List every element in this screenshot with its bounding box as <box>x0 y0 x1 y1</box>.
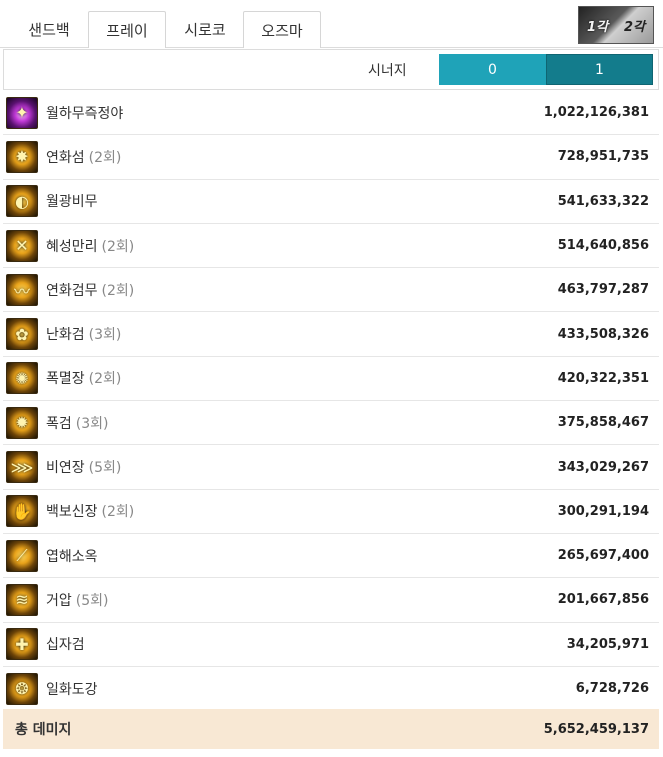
skill-hit-count: (5회) <box>88 460 122 477</box>
skill-row: ✋ 백보신장 (2회) 300,291,194 <box>3 490 659 534</box>
skill-name-text: 거압 <box>46 592 72 609</box>
skill-row: ✹ 폭검 (3회) 375,858,467 <box>3 401 659 446</box>
skill-damage-value: 343,029,267 <box>557 459 649 475</box>
moonlight-dance-icon: ◐ <box>6 185 38 218</box>
skill-hit-count: (2회) <box>101 238 135 255</box>
skill-name-text: 일화도강 <box>46 681 98 698</box>
skill-row: ≋ 거압 (5회) 201,667,856 <box>3 578 659 623</box>
leaf-slash-icon: ⟋ <box>6 539 38 572</box>
skill-damage-value: 420,322,351 <box>557 370 649 386</box>
sun-flower-icon: ❂ <box>6 672 38 705</box>
skill-name-text: 난화검 <box>46 327 85 344</box>
synergy-option-0-button[interactable]: 0 <box>439 54 546 85</box>
skill-name: 폭검 (3회) <box>46 413 108 433</box>
skill-row: ✚ 십자검 34,205,971 <box>3 623 659 667</box>
skill-name: 백보신장 (2회) <box>46 501 134 521</box>
skill-damage-value: 541,633,322 <box>557 193 649 209</box>
skill-name-text: 혜성만리 <box>46 238 98 255</box>
skill-name-text: 비연장 <box>46 460 85 477</box>
awakening-1-label: 1각 <box>586 19 608 35</box>
skill-name: 일화도강 <box>46 679 98 699</box>
purple-burst-icon: ✦ <box>6 96 38 129</box>
skill-name-text: 백보신장 <box>46 504 98 521</box>
skill-name-text: 십자검 <box>46 637 85 654</box>
character-awakening-image[interactable]: 1각 2각 <box>578 6 654 44</box>
skill-hit-count: (2회) <box>88 371 122 388</box>
skill-name: 십자검 <box>46 634 85 654</box>
skill-name: 폭멸장 (2회) <box>46 368 121 388</box>
total-damage-label: 총 데미지 <box>15 722 72 738</box>
skill-name: 연화섬 (2회) <box>46 147 121 167</box>
skill-name-text: 연화섬 <box>46 149 85 166</box>
skill-name-text: 월광비무 <box>46 194 98 211</box>
skill-row: ✿ 난화검 (3회) 433,508,326 <box>3 312 659 357</box>
skill-hit-count: (2회) <box>88 149 122 166</box>
tab-ozma[interactable]: 오즈마 <box>243 11 321 48</box>
skill-damage-value: 463,797,287 <box>557 282 649 298</box>
skill-hit-count: (2회) <box>101 504 135 521</box>
skill-name: 월광비무 <box>46 191 98 211</box>
skill-hit-count: (5회) <box>75 592 109 609</box>
skill-damage-value: 34,205,971 <box>566 636 649 652</box>
skill-row: ❂ 일화도강 6,728,726 <box>3 667 659 712</box>
skill-name: 난화검 (3회) <box>46 324 121 344</box>
skill-row: ◐ 월광비무 541,633,322 <box>3 180 659 224</box>
divine-palm-icon: ✋ <box>6 495 38 528</box>
skill-row: ⋙ 비연장 (5회) 343,029,267 <box>3 445 659 490</box>
tab-bar: 샌드백 프레이 시로코 오즈마 1각 2각 <box>0 0 663 48</box>
skill-hit-count: (3회) <box>75 415 109 432</box>
skill-name-text: 월하무즉정야 <box>46 105 124 122</box>
synergy-option-1-button[interactable]: 1 <box>546 54 653 85</box>
lotus-sword-dance-icon: 〰 <box>6 273 38 306</box>
cross-sword-icon: ✚ <box>6 628 38 661</box>
flying-swallow-icon: ⋙ <box>6 451 38 484</box>
skill-name: 월하무즉정야 <box>46 103 123 123</box>
skill-damage-value: 6,728,726 <box>575 681 649 696</box>
skill-name: 연화검무 (2회) <box>46 280 134 300</box>
skill-row: ⟋ 엽해소옥 265,697,400 <box>3 534 659 579</box>
total-damage-row: 총 데미지 5,652,459,137 <box>3 709 659 749</box>
skill-damage-value: 433,508,326 <box>557 326 649 342</box>
skill-name: 거압 (5회) <box>46 590 108 610</box>
synergy-bar: 시너지 0 1 <box>3 49 659 90</box>
skill-damage-value: 265,697,400 <box>557 548 649 564</box>
heavy-press-icon: ≋ <box>6 583 38 616</box>
explosion-palm-icon: ✺ <box>6 362 38 395</box>
total-damage-value: 5,652,459,137 <box>543 721 649 737</box>
tab-sandbag[interactable]: 샌드백 <box>14 11 84 48</box>
skill-damage-value: 300,291,194 <box>557 503 649 519</box>
skill-damage-value: 201,667,856 <box>557 592 649 608</box>
skill-hit-count: (2회) <box>101 282 135 299</box>
flower-sword-icon: ✿ <box>6 318 38 351</box>
skill-name-text: 폭멸장 <box>46 371 85 388</box>
skill-name: 비연장 (5회) <box>46 457 121 477</box>
comet-icon: ✕ <box>6 229 38 262</box>
skill-row: ✕ 혜성만리 (2회) 514,640,856 <box>3 224 659 269</box>
skill-damage-value: 514,640,856 <box>557 238 649 254</box>
skill-name-text: 엽해소옥 <box>46 548 98 565</box>
tab-sirocco[interactable]: 시로코 <box>170 11 240 48</box>
skill-damage-value: 1,022,126,381 <box>543 105 649 121</box>
skill-name-text: 연화검무 <box>46 282 98 299</box>
skill-hit-count: (3회) <box>88 327 122 344</box>
skill-name-text: 폭검 <box>46 415 72 432</box>
skill-row: ✺ 폭멸장 (2회) 420,322,351 <box>3 357 659 402</box>
skill-damage-value: 375,858,467 <box>557 415 649 431</box>
skill-damage-value: 728,951,735 <box>557 149 649 165</box>
skill-name: 혜성만리 (2회) <box>46 236 134 256</box>
skill-name: 엽해소옥 <box>46 546 98 566</box>
skill-row: 〰 연화검무 (2회) 463,797,287 <box>3 268 659 313</box>
skill-row: ✸ 연화섬 (2회) 728,951,735 <box>3 135 659 180</box>
lotus-slash-icon: ✸ <box>6 140 38 173</box>
skill-damage-list: ✦ 월하무즉정야 1,022,126,381 ✸ 연화섬 (2회) 728,951,735 ◐… <box>3 91 659 712</box>
synergy-label: 시너지 <box>368 62 407 79</box>
burst-sword-icon: ✹ <box>6 406 38 439</box>
skill-row: ✦ 월하무즉정야 1,022,126,381 <box>3 91 659 136</box>
tab-prey[interactable]: 프레이 <box>88 11 166 48</box>
awakening-2-label: 2각 <box>623 19 645 35</box>
